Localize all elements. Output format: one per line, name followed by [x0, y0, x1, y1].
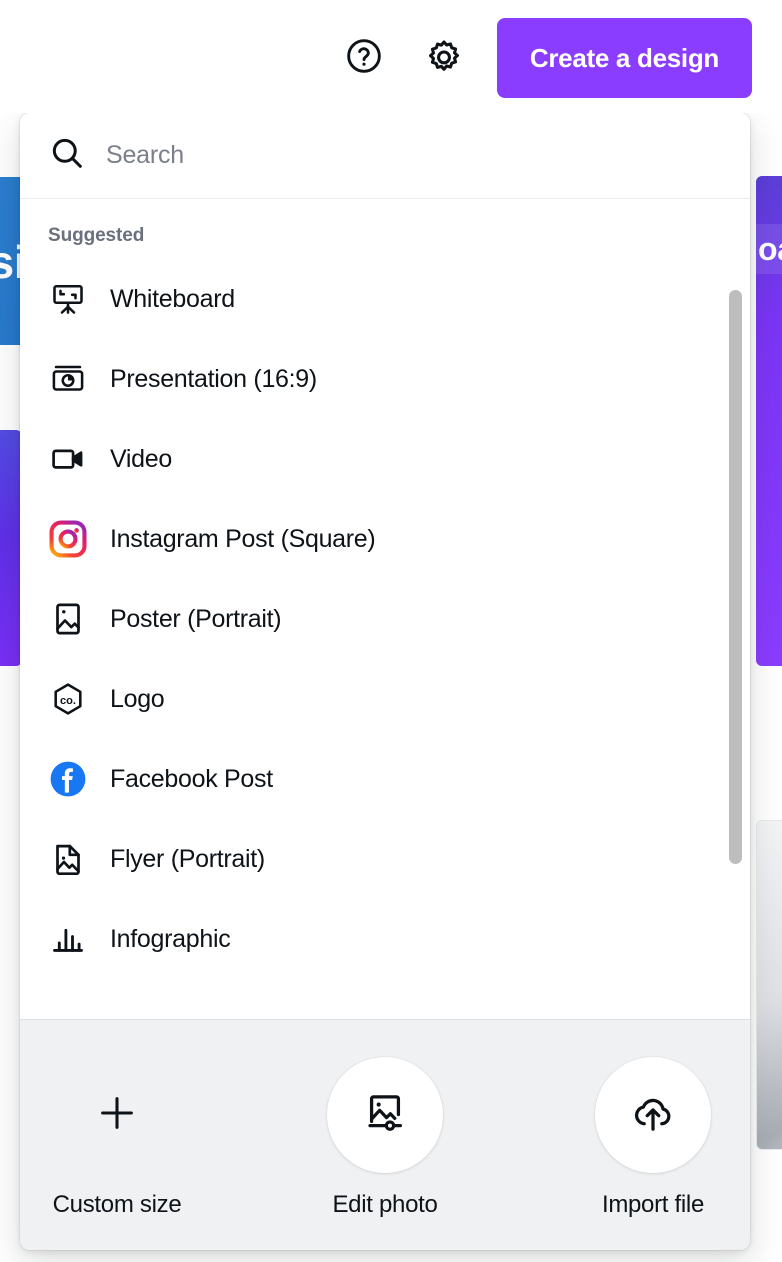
- image-edit-icon: [362, 1090, 408, 1141]
- facebook-icon: [48, 759, 88, 799]
- list-item-flyer[interactable]: Flyer (Portrait): [20, 819, 750, 899]
- gear-icon: [423, 35, 465, 82]
- footer-action-import-file[interactable]: Import file: [578, 1057, 728, 1219]
- instagram-icon: [48, 519, 88, 559]
- logo-hexagon-icon: co.: [48, 679, 88, 719]
- footer-circle: [327, 1057, 443, 1173]
- create-design-dropdown: Suggested Whiteboard: [20, 113, 750, 1250]
- list-item-label: Whiteboard: [110, 284, 235, 313]
- search-row: [20, 113, 750, 199]
- list-item-label: Infographic: [110, 924, 231, 953]
- footer-circle: [59, 1057, 175, 1173]
- help-circle-icon: [344, 36, 384, 81]
- list-item-label: Poster (Portrait): [110, 604, 282, 633]
- list-item-label: Presentation (16:9): [110, 364, 317, 393]
- footer-action-label: Import file: [601, 1191, 705, 1218]
- search-input[interactable]: [106, 141, 722, 170]
- flyer-icon: [48, 839, 88, 879]
- footer-circle: [595, 1057, 711, 1173]
- top-bar: Create a design: [0, 0, 782, 113]
- footer-action-label: Custom size: [52, 1191, 182, 1218]
- background-card-purple-right-text: oard: [758, 231, 782, 267]
- settings-button[interactable]: [417, 31, 471, 85]
- footer-action-label: Edit photo: [332, 1191, 438, 1218]
- background-card-purple-left: [0, 430, 22, 666]
- background-card-purple-right: oard: [756, 176, 782, 666]
- footer-action-edit-photo[interactable]: Edit photo: [310, 1057, 460, 1219]
- list-item-label: Facebook Post: [110, 764, 273, 793]
- video-camera-icon: [48, 439, 88, 479]
- background-card-grey-right: [756, 820, 782, 1150]
- suggestions-list-wrap: Suggested Whiteboard Presentation (16:9)…: [20, 199, 750, 1019]
- cloud-upload-icon: [630, 1090, 676, 1141]
- list-item-label: Instagram Post (Square): [110, 524, 376, 553]
- search-icon: [48, 134, 86, 177]
- infographic-bars-icon: [48, 919, 88, 959]
- list-item-label: Logo: [110, 684, 165, 713]
- plus-icon: [94, 1090, 140, 1141]
- list-item-label: Video: [110, 444, 172, 473]
- list-scrollbar-track[interactable]: [726, 205, 742, 1013]
- list-item-facebook-post[interactable]: Facebook Post: [20, 739, 750, 819]
- footer-action-custom-size[interactable]: Custom size: [42, 1057, 192, 1219]
- dropdown-footer: Custom size Edit photo Import file: [20, 1019, 750, 1250]
- presentation-icon: [48, 359, 88, 399]
- list-item-presentation[interactable]: Presentation (16:9): [20, 339, 750, 419]
- list-item-video[interactable]: Video: [20, 419, 750, 499]
- list-item-logo[interactable]: co. Logo: [20, 659, 750, 739]
- app-root: si oard Suggested: [0, 0, 782, 1262]
- list-item-poster[interactable]: Poster (Portrait): [20, 579, 750, 659]
- suggestions-list: Suggested Whiteboard Presentation (16:9)…: [20, 199, 750, 1019]
- list-item-label: Flyer (Portrait): [110, 844, 265, 873]
- list-item-whiteboard[interactable]: Whiteboard: [20, 259, 750, 339]
- create-a-design-button[interactable]: Create a design: [496, 18, 752, 98]
- help-button[interactable]: [337, 31, 391, 85]
- poster-icon: [48, 599, 88, 639]
- whiteboard-icon: [48, 279, 88, 319]
- list-scrollbar-thumb[interactable]: [729, 290, 742, 864]
- svg-text:co.: co.: [60, 695, 76, 707]
- list-item-infographic[interactable]: Infographic: [20, 899, 750, 979]
- list-item-instagram-post[interactable]: Instagram Post (Square): [20, 499, 750, 579]
- section-label-suggested: Suggested: [48, 225, 145, 246]
